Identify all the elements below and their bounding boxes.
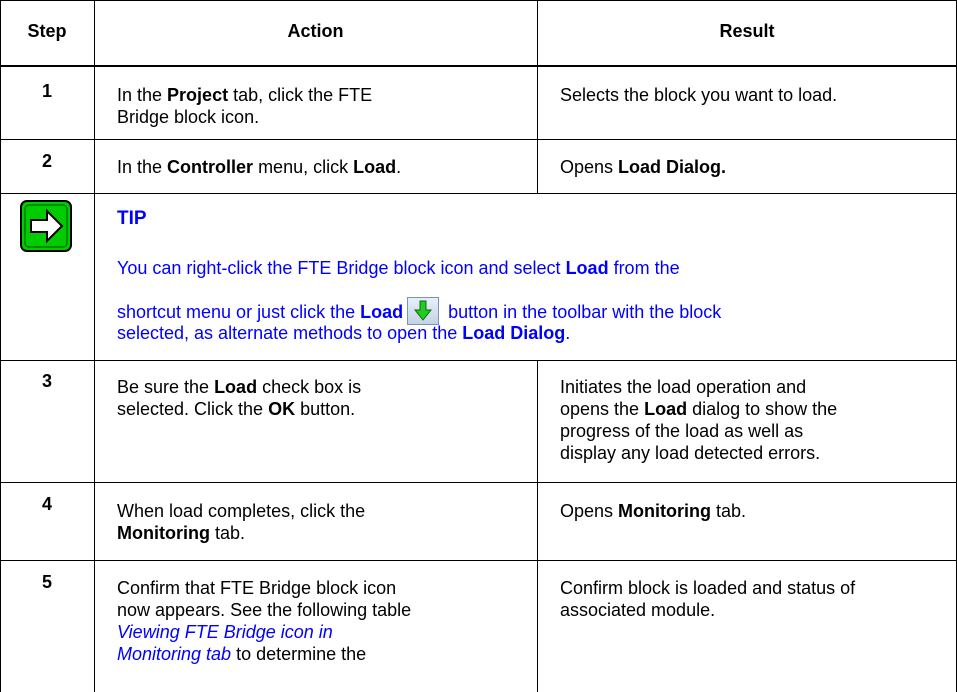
action-text: In the Controller menu, click Load. — [117, 157, 402, 177]
load-down-arrow-icon — [407, 297, 440, 325]
procedure-table: Step Action Result 1 In the Project tab,… — [0, 0, 957, 692]
tip-line-1: You can right-click the FTE Bridge block… — [117, 258, 680, 278]
tip-line-3: selected, as alternate methods to open t… — [117, 323, 571, 343]
step-number: 2 — [41, 151, 52, 171]
action-text: When load completes, click the Monitorin… — [117, 501, 366, 543]
result-text: Selects the block you want to load. — [560, 85, 838, 105]
result-text: Opens Load Dialog. — [560, 157, 727, 177]
step-number: 1 — [41, 81, 52, 101]
action-column-divider — [537, 360, 538, 692]
table-border-top — [0, 0, 957, 1]
step-number: 5 — [41, 572, 52, 592]
step-number: 3 — [41, 371, 52, 391]
row-divider — [0, 560, 957, 561]
row-divider — [0, 193, 957, 194]
tip-line-2: shortcut menu or just click the Load but… — [117, 297, 947, 325]
result-text: Opens Monitoring tab. — [560, 501, 747, 521]
header-result: Result — [719, 21, 775, 41]
header-action: Action — [287, 21, 344, 41]
tip-title: TIP — [117, 208, 147, 229]
row-divider — [0, 482, 957, 483]
result-text: Confirm block is loaded and status of as… — [560, 578, 856, 620]
step-column-divider — [94, 0, 95, 692]
action-text: In the Project tab, click the FTE Bridge… — [117, 85, 373, 127]
cross-reference-link[interactable]: Viewing FTE Bridge icon in — [117, 622, 333, 642]
action-text: Be sure the Load check box is selected. … — [117, 377, 362, 419]
right-arrow-icon — [20, 200, 72, 252]
header-divider — [0, 65, 957, 67]
step-number: 4 — [41, 494, 52, 514]
result-text: Initiates the load operation and opens t… — [560, 377, 838, 463]
action-text: Confirm that FTE Bridge block icon now a… — [117, 578, 412, 664]
row-divider — [0, 139, 957, 140]
row-divider — [0, 360, 957, 361]
cross-reference-link[interactable]: Monitoring tab — [117, 644, 231, 664]
header-step: Step — [27, 21, 67, 41]
